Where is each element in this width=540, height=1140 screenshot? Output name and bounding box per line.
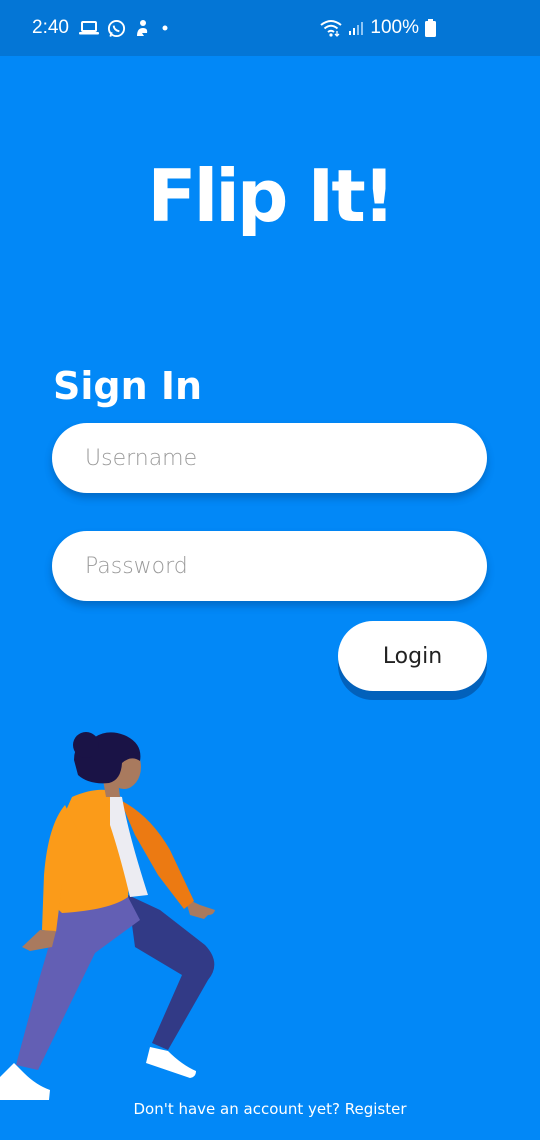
walking-person-illustration [0, 732, 215, 1100]
status-bar-left: 2:40 [32, 0, 172, 56]
battery-icon [425, 19, 436, 37]
login-button[interactable]: Login [338, 621, 487, 691]
username-input[interactable] [85, 423, 465, 493]
whatsapp-icon [107, 19, 126, 38]
status-time: 2:40 [32, 17, 69, 38]
laptop-icon [78, 20, 99, 36]
password-input[interactable] [85, 531, 465, 601]
register-link[interactable]: Don't have an account yet? Register [0, 1100, 540, 1118]
battery-percentage: 100% [370, 17, 419, 38]
wifi-icon [320, 19, 343, 37]
signin-heading: Sign In [53, 364, 203, 408]
username-field[interactable] [52, 423, 487, 493]
app-title: Flip It! [147, 154, 395, 238]
dot-icon [158, 21, 172, 35]
password-field[interactable] [52, 531, 487, 601]
notification-app-icon [134, 19, 150, 37]
status-bar: 2:40 100% [0, 0, 540, 56]
status-bar-right: 100% [320, 0, 436, 56]
signal-icon [348, 20, 364, 36]
